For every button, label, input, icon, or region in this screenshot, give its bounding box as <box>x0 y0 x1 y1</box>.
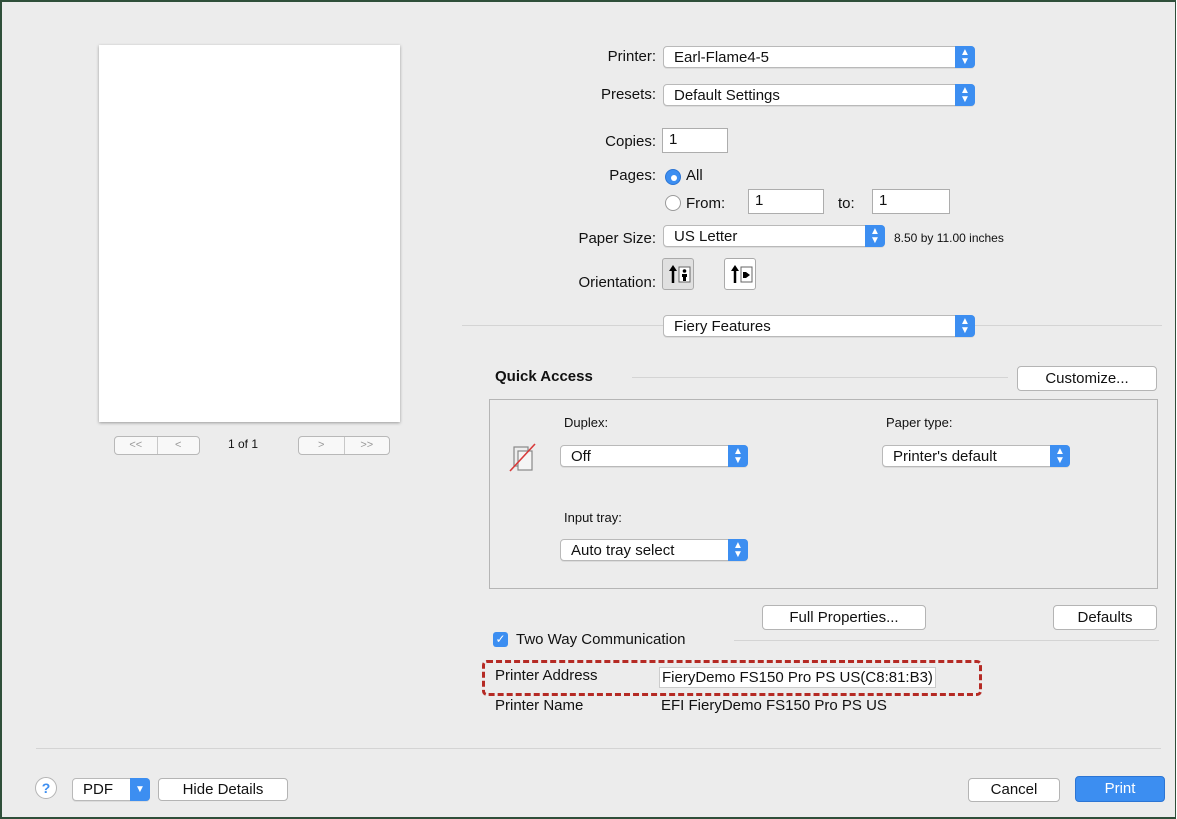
presets-popup[interactable]: Default Settings ▲ ▼ <box>663 84 975 106</box>
two-way-label: Two Way Communication <box>516 631 686 648</box>
popup-arrows-icon: ▲ ▼ <box>1050 445 1070 467</box>
next-page-button[interactable]: > <box>299 437 344 454</box>
pages-all-label: All <box>686 167 703 184</box>
first-page-button[interactable]: << <box>115 437 157 454</box>
help-button[interactable]: ? <box>35 777 57 799</box>
pdf-label: PDF <box>83 781 113 798</box>
paper-size-popup[interactable]: US Letter ▲ ▼ <box>663 225 885 247</box>
input-tray-popup[interactable]: Auto tray select ▲ ▼ <box>560 539 748 561</box>
chevron-down-icon: ▼ <box>130 778 150 801</box>
portrait-icon <box>669 265 691 283</box>
printer-label: Printer: <box>607 48 656 65</box>
presets-label: Presets: <box>600 86 656 103</box>
page-preview <box>99 45 400 422</box>
full-properties-button[interactable]: Full Properties... <box>762 605 926 630</box>
printer-name-label: Printer Name <box>495 697 584 714</box>
printer-address-value: FieryDemo FS150 Pro PS US(C8:81:B3) <box>659 667 936 688</box>
duplex-off-icon <box>507 442 537 476</box>
pages-from-label: From: <box>686 195 726 212</box>
printer-address-label: Printer Address <box>495 667 598 684</box>
preview-back-buttons[interactable]: << < <box>114 436 200 455</box>
paper-type-label: Paper type: <box>886 415 953 430</box>
printer-popup[interactable]: Earl-Flame4-5 ▲ ▼ <box>663 46 975 68</box>
paper-size-value: US Letter <box>674 228 738 245</box>
portrait-orientation-button[interactable] <box>662 258 694 290</box>
hide-details-button[interactable]: Hide Details <box>158 778 288 801</box>
defaults-button[interactable]: Defaults <box>1053 605 1157 630</box>
cancel-button[interactable]: Cancel <box>968 778 1060 802</box>
pages-from-field[interactable]: 1 <box>748 189 824 214</box>
pages-to-label: to: <box>838 195 855 212</box>
popup-arrows-icon: ▲ ▼ <box>955 315 975 337</box>
quick-access-title: Quick Access <box>495 368 593 385</box>
page-indicator: 1 of 1 <box>228 437 259 451</box>
duplex-popup[interactable]: Off ▲ ▼ <box>560 445 748 467</box>
print-button[interactable]: Print <box>1075 776 1165 802</box>
input-tray-label: Input tray: <box>564 510 622 525</box>
pdf-menu-button[interactable]: PDF ▼ <box>72 778 150 801</box>
paper-size-label: Paper Size: <box>578 230 656 247</box>
section-popup[interactable]: Fiery Features ▲ ▼ <box>663 315 975 337</box>
print-dialog: << < 1 of 1 > >> Printer: Earl-Flame4-5 … <box>0 0 1176 819</box>
landscape-orientation-button[interactable] <box>724 258 756 290</box>
paper-type-value: Printer's default <box>893 448 997 465</box>
landscape-icon <box>731 265 753 283</box>
last-page-button[interactable]: >> <box>343 437 390 454</box>
printer-name-value: EFI FieryDemo FS150 Pro PS US <box>661 697 887 714</box>
popup-arrows-icon: ▲ ▼ <box>728 539 748 561</box>
duplex-value: Off <box>571 448 591 465</box>
input-tray-value: Auto tray select <box>571 542 675 559</box>
prev-page-button[interactable]: < <box>156 437 200 454</box>
duplex-label: Duplex: <box>564 415 609 430</box>
preview-forward-buttons[interactable]: > >> <box>298 436 390 455</box>
section-popup-value: Fiery Features <box>674 318 771 335</box>
copies-field[interactable]: 1 <box>662 128 728 153</box>
pages-label: Pages: <box>609 167 656 184</box>
copies-label: Copies: <box>605 133 656 150</box>
footer-separator <box>36 748 1161 749</box>
quick-access-rule <box>632 377 1008 378</box>
orientation-label: Orientation: <box>578 274 656 291</box>
popup-arrows-icon: ▲ ▼ <box>728 445 748 467</box>
pages-from-radio[interactable] <box>665 195 681 211</box>
two-way-rule <box>734 640 1159 641</box>
two-way-checkbox[interactable]: ✓ <box>493 632 508 647</box>
popup-arrows-icon: ▲ ▼ <box>955 46 975 68</box>
printer-value: Earl-Flame4-5 <box>674 49 770 66</box>
pages-all-radio[interactable] <box>665 169 681 185</box>
popup-arrows-icon: ▲ ▼ <box>865 225 885 247</box>
presets-value: Default Settings <box>674 87 780 104</box>
pages-to-field[interactable]: 1 <box>872 189 950 214</box>
popup-arrows-icon: ▲ ▼ <box>955 84 975 106</box>
paper-dimensions: 8.50 by 11.00 inches <box>894 231 1004 245</box>
paper-type-popup[interactable]: Printer's default ▲ ▼ <box>882 445 1070 467</box>
customize-button[interactable]: Customize... <box>1017 366 1157 391</box>
